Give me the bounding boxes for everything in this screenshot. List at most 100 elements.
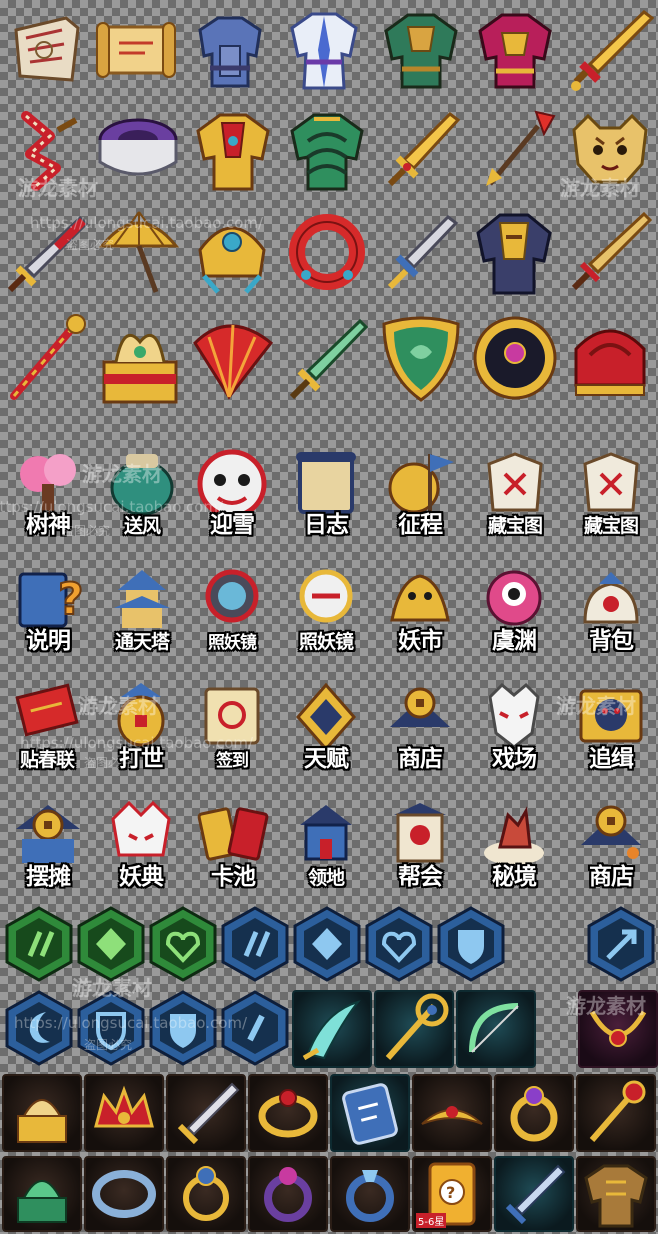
label: 签到 — [216, 751, 249, 771]
treasure-map-icon — [487, 452, 543, 512]
ruby-ring-tile — [248, 1074, 328, 1152]
label: 妖典 — [119, 863, 164, 890]
amethyst-ring-tile — [494, 1074, 574, 1152]
golden-armor-icon — [188, 104, 278, 196]
treasure-map-icon — [583, 452, 639, 512]
golden-staff-icon — [2, 310, 92, 406]
steel-dagger-icon — [505, 1164, 566, 1225]
ruby-scepter-icon — [589, 1080, 646, 1142]
sign-in-button[interactable]: 签到 — [188, 662, 276, 772]
bronze-armor-icon — [584, 1164, 648, 1228]
tree-spirit-button[interactable]: 树神 — [4, 430, 92, 538]
ruby-scepter-tile — [576, 1074, 656, 1152]
lantern-button[interactable]: 打世 — [96, 662, 186, 772]
card-pool-button[interactable]: 卡池 — [188, 780, 278, 890]
label: 帮会 — [398, 863, 443, 890]
label: 背包 — [589, 627, 634, 654]
label: 藏宝图 — [583, 515, 639, 537]
jade-bow-tile — [456, 990, 536, 1068]
purple-ring-tile — [248, 1156, 328, 1232]
blue-dagger-icon — [376, 206, 466, 298]
label: 商店 — [398, 745, 443, 772]
purple-drum-icon — [94, 106, 182, 194]
label: 妖市 — [398, 627, 443, 654]
labelled-row-3: 贴春联 打世 签到 天赋 商店 戏场 追缉 — [0, 658, 658, 776]
hex-slash-icon — [220, 906, 290, 982]
hex-shield-icon — [436, 906, 506, 982]
equipment-row-2 — [0, 100, 658, 200]
demon-market-button[interactable]: 妖市 — [376, 546, 464, 654]
green-armor-icon — [376, 4, 466, 94]
label: 摆摊 — [26, 863, 71, 890]
golden-staff-tile-icon — [385, 993, 449, 1060]
journal-button[interactable]: 日志 — [282, 430, 370, 538]
hex-heart-icon — [364, 906, 434, 982]
equipment-row-3 — [0, 200, 658, 304]
territory-button[interactable]: 领地 — [282, 780, 370, 890]
couplet-button[interactable]: 贴春联 — [2, 662, 92, 772]
demon-codex-button[interactable]: 妖典 — [96, 780, 186, 890]
red-fan-icon — [188, 310, 276, 406]
silver-bracelet-icon — [92, 1170, 156, 1218]
fish-creature-button[interactable]: 虞渊 — [470, 546, 558, 654]
jeweled-sword-icon — [376, 104, 466, 196]
golden-staff-tile — [374, 990, 454, 1068]
secret-realm-button[interactable]: 秘境 — [470, 780, 558, 890]
hex-moon-icon — [4, 990, 74, 1066]
equipment-row-4 — [0, 304, 658, 414]
steel-dagger-tile — [494, 1156, 574, 1232]
crystal-ring-tile — [330, 1156, 410, 1232]
theater-button[interactable]: 戏场 — [470, 662, 558, 772]
golden-sword-icon — [566, 4, 656, 96]
demon-crown-tile — [84, 1074, 164, 1152]
demon-mirror-button-2[interactable]: 照妖镜 — [282, 546, 370, 654]
golden-seal-icon — [17, 1099, 67, 1143]
label: 秘境 — [492, 863, 537, 890]
hex-skill-row-1 — [0, 904, 658, 986]
red-ring-icon — [282, 206, 372, 298]
red-whip-icon — [4, 104, 92, 196]
labelled-row-4: 摆摊 妖典 卡池 领地 帮会 秘境 商店 — [0, 776, 658, 896]
territory-icon — [300, 805, 352, 861]
jade-seal-tile — [2, 1156, 82, 1232]
pagoda-button[interactable]: 通天塔 — [96, 546, 188, 654]
demon-mirror-button[interactable]: 照妖镜 — [188, 546, 276, 654]
lion-mask-button[interactable]: 迎雪 — [188, 430, 276, 538]
green-shield-icon — [374, 308, 468, 408]
journey-button[interactable]: 征程 — [376, 430, 464, 538]
guild-button[interactable]: 帮会 — [376, 780, 464, 890]
labelled-row-1: 树神 送风 迎雪 日志 征程 藏宝图 藏宝图 — [0, 426, 658, 542]
white-robe-icon — [282, 4, 366, 94]
hex-diamond-icon — [76, 906, 146, 982]
jade-armor-icon — [282, 104, 372, 196]
label: 追缉 — [589, 745, 634, 772]
shop-button-2[interactable]: 商店 — [566, 780, 656, 890]
stall-button[interactable]: 摆摊 — [2, 780, 94, 890]
jade-bow-icon — [469, 1003, 519, 1053]
treasure-map-button-2[interactable]: 藏宝图 — [566, 430, 656, 538]
rune-shield-icon — [342, 1083, 398, 1145]
dark-armor-icon — [468, 204, 560, 300]
amethyst-ring-icon — [510, 1086, 558, 1142]
crown-helmet-icon — [186, 204, 278, 300]
long-sword-icon — [564, 206, 656, 298]
purple-ring-icon — [264, 1167, 312, 1222]
pursuit-button[interactable]: 追缉 — [566, 662, 656, 772]
wind-jar-button[interactable]: 送风 — [98, 430, 186, 538]
label: 打世 — [119, 745, 164, 772]
jade-seal-icon — [17, 1180, 67, 1223]
help-button[interactable]: ? 说明 — [4, 546, 92, 654]
rune-shield-tile — [330, 1074, 410, 1152]
talent-button[interactable]: 天赋 — [282, 662, 370, 772]
treasure-map-button[interactable]: 藏宝图 — [470, 430, 560, 538]
label: 日志 — [304, 511, 349, 538]
purple-necklace-tile — [578, 990, 658, 1068]
gilded-sword-icon — [177, 1082, 240, 1145]
label: 贴春联 — [19, 749, 75, 771]
blue-armor-icon — [188, 6, 272, 94]
curved-blade-tile — [292, 990, 372, 1068]
label: 虞渊 — [492, 627, 537, 654]
bag-button[interactable]: 背包 — [566, 546, 656, 654]
shop-button[interactable]: 商店 — [376, 662, 464, 772]
demon-mirror-icon — [205, 569, 259, 623]
